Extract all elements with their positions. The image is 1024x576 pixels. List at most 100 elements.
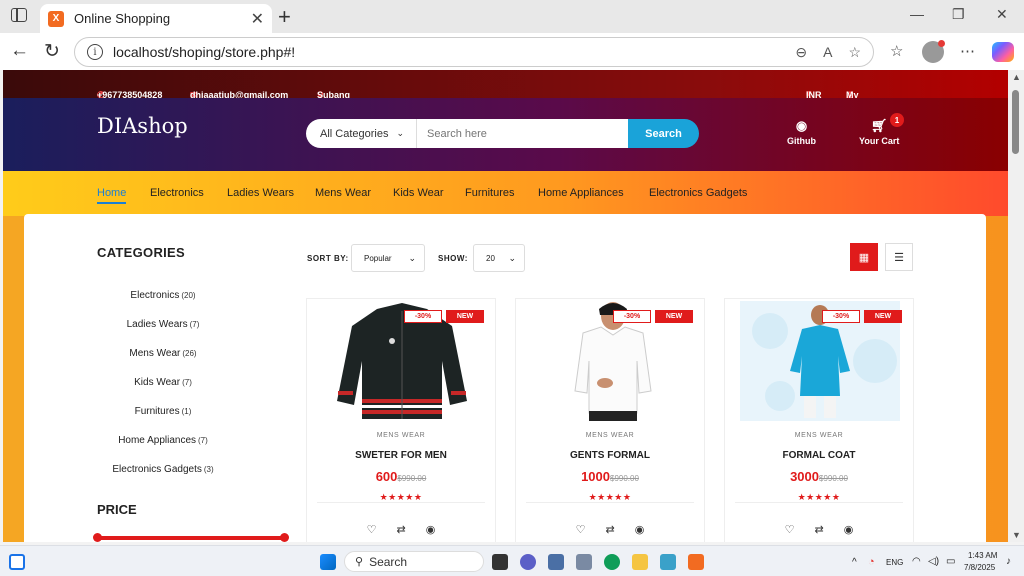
new-badge: NEW — [864, 310, 902, 323]
discount-badge: -30% — [613, 310, 651, 323]
scroll-down-icon[interactable]: ▼ — [1012, 530, 1021, 540]
category-item-electronics[interactable]: Electronics (20) — [84, 290, 242, 319]
product-card[interactable]: -30% NEW MENS WEAR GENTS FORMAL 1000$990… — [515, 298, 705, 542]
site-logo[interactable]: DIAshop — [97, 114, 188, 138]
product-name[interactable]: GENTS FORMAL — [516, 450, 704, 461]
zoom-icon[interactable]: ⊖ — [795, 44, 807, 61]
category-item-furnitures[interactable]: Furnitures (1) — [84, 406, 242, 435]
quick-view-eye-icon[interactable]: ◉ — [426, 523, 436, 536]
nav-ladies-wears[interactable]: Ladies Wears — [227, 187, 294, 199]
new-tab-icon[interactable]: + — [278, 4, 291, 30]
search-input[interactable] — [417, 119, 628, 148]
copilot-icon[interactable] — [992, 42, 1014, 62]
category-item-electronics-gadgets[interactable]: Electronics Gadgets (3) — [84, 464, 242, 493]
scroll-thumb[interactable] — [1012, 90, 1019, 154]
favorite-star-icon[interactable]: ☆ — [848, 44, 861, 61]
clock-date[interactable]: 7/8/2025 — [964, 563, 995, 572]
search-button[interactable]: Search — [628, 119, 699, 148]
list-view-button[interactable]: ☰ — [885, 243, 913, 271]
tray-chevron-icon[interactable]: ^ — [852, 557, 857, 568]
xampp-favicon-icon: X — [48, 10, 64, 27]
sidebar-toggle-icon[interactable] — [11, 8, 27, 22]
card-divider — [735, 502, 903, 503]
product-price: 3000$990.00 — [790, 469, 848, 484]
language-indicator[interactable]: ENG — [886, 558, 903, 567]
file-explorer-icon[interactable] — [632, 554, 648, 570]
category-item-home-appliances[interactable]: Home Appliances (7) — [84, 435, 242, 464]
nav-home[interactable]: Home — [97, 187, 127, 204]
price-heading: PRICE — [97, 502, 137, 517]
github-link[interactable]: ◉ Github — [787, 118, 816, 146]
search-bar: All Categories ⌄ Search — [306, 119, 699, 148]
windows-taskbar: ⚲ Search ^ ◔ ENG ◠ ◁) ▭ 1:43 AM 7/8/2025 … — [0, 545, 1024, 576]
product-card[interactable]: -30% NEW MENS WEAR FORMAL COAT 3000$990.… — [724, 298, 914, 542]
product-category: MENS WEAR — [794, 432, 844, 439]
profile-avatar[interactable] — [922, 40, 945, 63]
browser-tab[interactable]: X Online Shopping ✕ — [40, 4, 272, 33]
start-windows-icon[interactable] — [320, 554, 336, 570]
refresh-icon[interactable]: ↻ — [44, 40, 60, 63]
sort-select[interactable]: Popular ⌄ — [351, 244, 425, 272]
window-close-icon[interactable]: ✕ — [996, 6, 1008, 23]
widgets-icon[interactable] — [9, 554, 25, 570]
nav-electronics[interactable]: Electronics — [150, 187, 204, 199]
wishlist-heart-icon[interactable]: ♡ — [367, 523, 377, 536]
site-info-icon[interactable]: i — [87, 44, 103, 60]
xampp-icon[interactable] — [688, 554, 704, 570]
page-scrollbar[interactable]: ▲ ▼ — [1008, 70, 1024, 542]
product-category: MENS WEAR — [585, 432, 635, 439]
compare-icon[interactable]: ⇄ — [397, 523, 406, 536]
task-view-icon[interactable] — [492, 554, 508, 570]
nav-home-appliances[interactable]: Home Appliances — [538, 187, 624, 199]
category-item-mens-wear[interactable]: Mens Wear (26) — [84, 348, 242, 377]
wifi-icon[interactable]: ◠ — [912, 556, 921, 567]
copilot-app-icon[interactable] — [520, 554, 536, 570]
nav-electronics-gadgets[interactable]: Electronics Gadgets — [649, 187, 747, 199]
product-name[interactable]: FORMAL COAT — [725, 450, 913, 461]
tray-app-icon[interactable]: ◔ — [868, 556, 875, 568]
battery-icon[interactable]: ▭ — [946, 556, 955, 567]
category-item-ladies-wears[interactable]: Ladies Wears (7) — [84, 319, 242, 348]
back-icon[interactable]: ← — [10, 40, 29, 62]
minimize-icon[interactable]: — — [910, 6, 924, 22]
scroll-up-icon[interactable]: ▲ — [1012, 72, 1021, 82]
category-select[interactable]: All Categories ⌄ — [306, 119, 417, 148]
volume-icon[interactable]: ◁) — [928, 556, 939, 567]
show-select[interactable]: 20 ⌄ — [473, 244, 525, 272]
wishlist-heart-icon[interactable]: ♡ — [576, 523, 586, 536]
quick-view-eye-icon[interactable]: ◉ — [635, 523, 645, 536]
tab-title: Online Shopping — [74, 11, 171, 26]
compare-icon[interactable]: ⇄ — [815, 523, 824, 536]
url-text[interactable]: localhost/shoping/store.php#! — [113, 44, 779, 60]
price-range-slider[interactable] — [93, 533, 289, 542]
store-icon[interactable] — [548, 554, 564, 570]
more-menu-icon[interactable]: ⋯ — [960, 42, 975, 60]
omnibox[interactable]: i localhost/shoping/store.php#! ⊖ A ☆ — [74, 37, 874, 67]
clock-time[interactable]: 1:43 AM — [968, 551, 997, 560]
quick-view-eye-icon[interactable]: ◉ — [844, 523, 854, 536]
tab-close-icon[interactable]: ✕ — [251, 9, 264, 29]
categories-heading: CATEGORIES — [97, 245, 185, 260]
wishlist-heart-icon[interactable]: ♡ — [785, 523, 795, 536]
edge-icon[interactable] — [604, 554, 620, 570]
notification-icon[interactable]: ♪ — [1006, 556, 1011, 567]
nav-mens-wear[interactable]: Mens Wear — [315, 187, 371, 199]
app-icon[interactable] — [660, 554, 676, 570]
taskbar-search[interactable]: ⚲ Search — [344, 551, 484, 572]
product-price: 1000$990.00 — [581, 469, 639, 484]
card-divider — [317, 502, 485, 503]
read-aloud-icon[interactable]: A — [823, 44, 832, 60]
category-item-kids-wear[interactable]: Kids Wear (7) — [84, 377, 242, 406]
restore-icon[interactable]: ❐ — [952, 6, 965, 23]
favorites-icon[interactable]: ☆ — [890, 42, 903, 60]
search-icon: ⚲ — [355, 556, 364, 568]
product-name[interactable]: SWETER FOR MEN — [307, 450, 495, 461]
nav-kids-wear[interactable]: Kids Wear — [393, 187, 444, 199]
compare-icon[interactable]: ⇄ — [606, 523, 615, 536]
grid-icon: ▦ — [858, 251, 870, 264]
product-actions: ♡ ⇄ ◉ — [307, 523, 495, 536]
app-icon[interactable] — [576, 554, 592, 570]
nav-furnitures[interactable]: Furnitures — [465, 187, 515, 199]
grid-view-button[interactable]: ▦ — [850, 243, 878, 271]
product-card[interactable]: -30% NEW MENS WEAR SWETER FOR MEN 600$99… — [306, 298, 496, 542]
